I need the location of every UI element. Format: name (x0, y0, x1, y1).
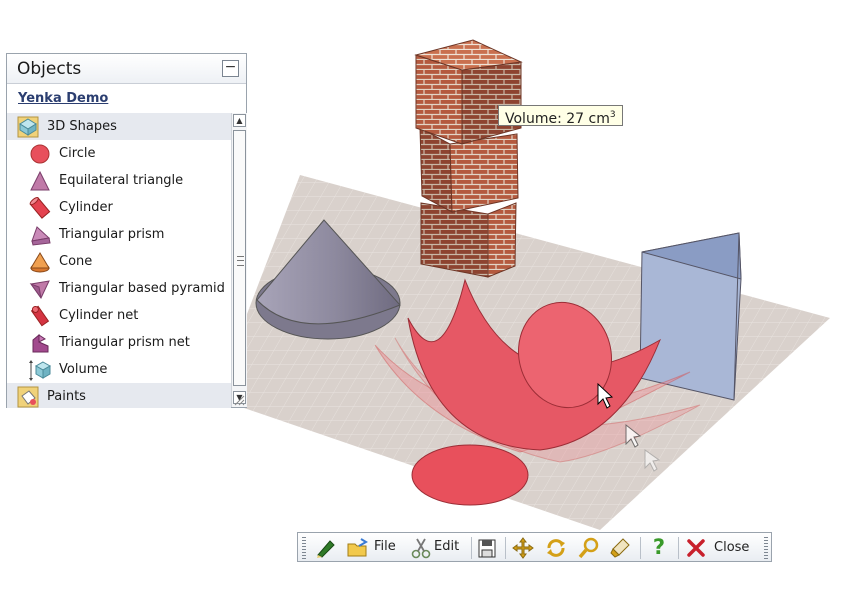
category-paints[interactable]: Paints (7, 383, 231, 408)
list-item-cylinder-net[interactable]: Cylinder net (7, 302, 231, 329)
prism-net-icon (32, 333, 49, 353)
toolbar-separator (640, 537, 641, 559)
collapse-button[interactable]: − (222, 60, 239, 77)
main-toolbar: File Edit ? Close (297, 532, 772, 562)
triangular-prism-icon (31, 226, 51, 246)
pen-tool-icon[interactable] (314, 537, 338, 559)
cone-icon (30, 252, 50, 273)
list-item-equilateral-triangle[interactable]: Equilateral triangle (7, 167, 231, 194)
scroll-up-button[interactable]: ▲ (233, 114, 246, 127)
volume-icon (29, 360, 51, 381)
list-item-label: Equilateral triangle (59, 173, 184, 188)
paints-category-icon (17, 386, 39, 408)
toolbar-grip[interactable] (764, 537, 768, 559)
edit-label: Edit (434, 539, 460, 554)
resize-grip-icon[interactable] (233, 394, 245, 406)
list-item-label: Triangular prism (59, 227, 165, 242)
circle-icon (30, 144, 50, 164)
panel-title: Objects (17, 59, 82, 79)
triangle-icon (30, 170, 50, 191)
toolbar-separator (678, 537, 679, 559)
list-item-label: Cylinder net (59, 308, 139, 323)
list-scrollbar[interactable]: ▲ ▼ (231, 113, 247, 407)
close-label: Close (714, 540, 750, 555)
file-menu-button[interactable]: File (346, 537, 408, 559)
rotate-icon[interactable] (544, 537, 568, 559)
yenka-demo-link[interactable]: Yenka Demo (18, 91, 108, 106)
file-label: File (374, 539, 396, 554)
help-button[interactable]: ? (648, 536, 670, 558)
cylinder-icon (29, 197, 51, 219)
toolbar-grip[interactable] (302, 537, 306, 559)
list-item-label: Triangular based pyramid (59, 281, 225, 296)
pyramid-icon (29, 280, 50, 299)
list-item-cone[interactable]: Cone (7, 248, 231, 275)
object-list: 3D Shapes Circle Equilateral triangle Cy… (7, 113, 231, 408)
list-item-triangular-based-pyramid[interactable]: Triangular based pyramid (7, 275, 231, 302)
list-item-triangular-prism[interactable]: Triangular prism (7, 221, 231, 248)
list-item-label: Cylinder (59, 200, 113, 215)
tooltip-text: Volume: 27 cm (505, 111, 610, 127)
brick-cube-stack[interactable] (414, 39, 523, 278)
move-icon[interactable] (511, 537, 535, 559)
list-item-label: Circle (59, 146, 96, 161)
list-item-cylinder[interactable]: Cylinder (7, 194, 231, 221)
list-item-label: Cone (59, 254, 93, 269)
list-item-circle[interactable]: Circle (7, 140, 231, 167)
3d-shapes-category-icon (17, 116, 39, 138)
panel-header: Objects − (7, 54, 246, 84)
cylinder-net-icon (30, 305, 50, 327)
category-label: 3D Shapes (47, 119, 117, 134)
save-icon[interactable] (476, 537, 498, 559)
category-3d-shapes[interactable]: 3D Shapes (7, 113, 231, 140)
edit-menu-button[interactable]: Edit (410, 537, 476, 559)
list-item-volume[interactable]: Volume (7, 356, 231, 383)
category-label: Paints (47, 389, 86, 404)
close-icon (687, 539, 705, 557)
folder-icon (347, 538, 368, 557)
list-item-label: Triangular prism net (59, 335, 190, 350)
list-item-label: Volume (59, 362, 108, 377)
scissors-icon (411, 538, 431, 559)
scroll-thumb[interactable] (233, 130, 246, 386)
close-button[interactable]: Close (686, 537, 752, 559)
toolbar-separator (471, 537, 472, 559)
objects-panel: Objects − Yenka Demo 3D Shapes Circle Eq… (6, 53, 247, 408)
volume-tooltip: Volume: 27 cm3 (498, 105, 623, 127)
zoom-icon[interactable] (577, 537, 601, 559)
triangular-prism-shape[interactable] (639, 232, 742, 401)
list-item-triangular-prism-net[interactable]: Triangular prism net (7, 329, 231, 356)
toolbar-separator (505, 537, 506, 559)
eraser-icon[interactable] (609, 537, 633, 559)
tooltip-superscript: 3 (609, 110, 616, 120)
